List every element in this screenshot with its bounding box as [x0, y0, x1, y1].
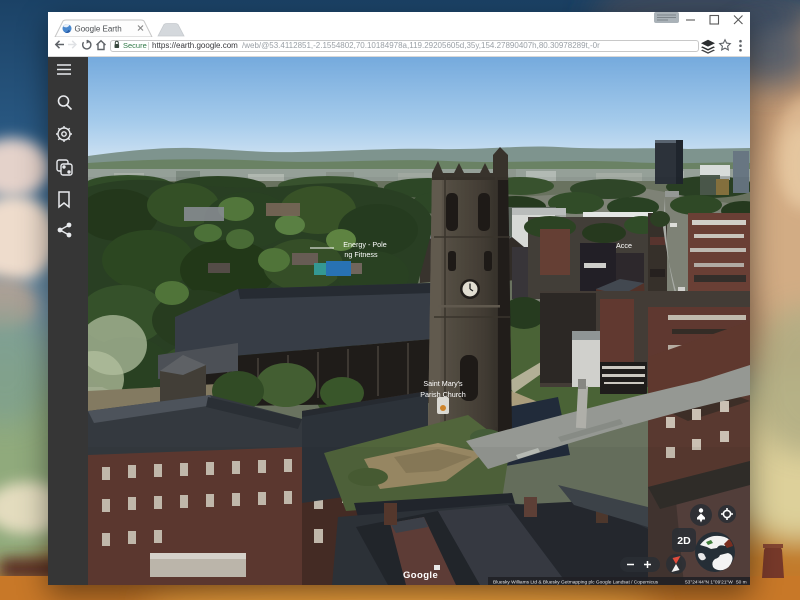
- svg-text:Acce: Acce: [616, 241, 632, 250]
- svg-text:Secure: Secure: [123, 41, 147, 50]
- svg-text:2D: 2D: [677, 535, 691, 547]
- svg-text:Google Earth: Google Earth: [75, 25, 122, 34]
- svg-text:https://earth.google.com: https://earth.google.com: [152, 41, 238, 50]
- svg-text:Bluesky Williams Ltd & Bluesk: Bluesky Williams Ltd & Bluesky Getmappin…: [493, 579, 659, 585]
- svg-text:Energy - Pole: Energy - Pole: [343, 240, 387, 249]
- svg-text:53°24'44"N 1°09'21"W: 53°24'44"N 1°09'21"W: [685, 579, 733, 585]
- svg-text:ng Fitness: ng Fitness: [344, 250, 378, 259]
- svg-text:50 m: 50 m: [736, 579, 747, 585]
- svg-text:Saint Mary's: Saint Mary's: [423, 379, 463, 388]
- svg-text:Google: Google: [403, 570, 438, 581]
- svg-text:Parish Church: Parish Church: [420, 390, 466, 399]
- svg-text:/web/@53.4112851,-2.1554802,70: /web/@53.4112851,-2.1554802,70.10184978a…: [242, 41, 600, 50]
